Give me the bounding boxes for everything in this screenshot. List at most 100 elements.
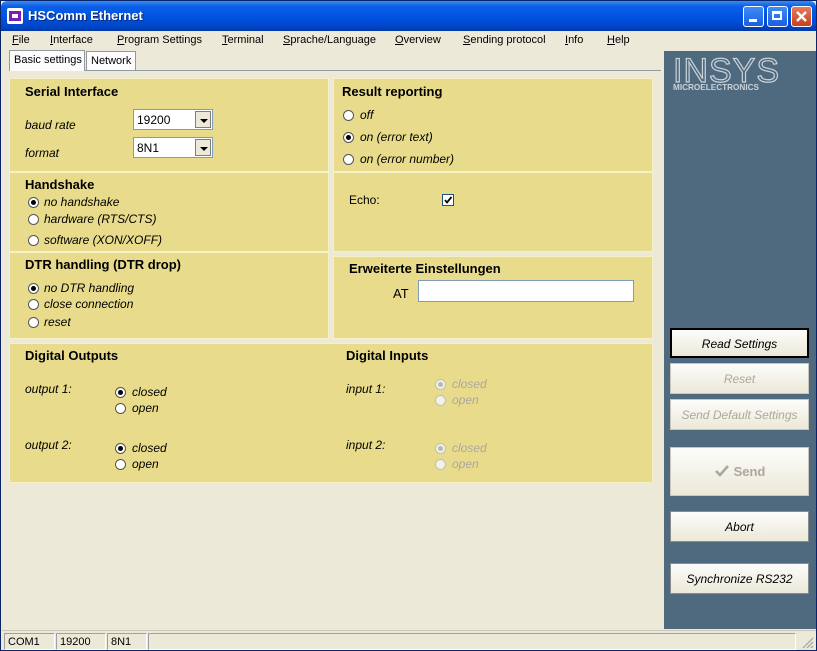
no-dtr-radio[interactable] bbox=[28, 283, 39, 294]
format-select[interactable]: 8N1 bbox=[133, 137, 213, 158]
format-label: format bbox=[25, 146, 60, 160]
chevron-down-icon[interactable] bbox=[195, 111, 211, 128]
no-handshake-radio[interactable] bbox=[28, 197, 39, 208]
minimize-button[interactable] bbox=[743, 6, 764, 27]
send-button: Send bbox=[670, 447, 809, 496]
input-2-open-radio bbox=[435, 459, 446, 470]
status-message bbox=[148, 633, 796, 650]
abort-button-label: Abort bbox=[725, 520, 754, 534]
status-port: COM1 bbox=[4, 633, 55, 650]
basic-settings-page: Serial Interface baud rate 19200 format … bbox=[9, 71, 654, 484]
format-value: 8N1 bbox=[137, 141, 160, 155]
result-error-number-radio[interactable] bbox=[343, 154, 354, 165]
window-title: HSComm Ethernet bbox=[28, 8, 143, 23]
logo-subtitle: MICROELECTRONICS bbox=[673, 83, 760, 92]
menu-overview[interactable]: Overview bbox=[395, 34, 441, 46]
menu-file[interactable]: File bbox=[12, 34, 30, 46]
app-icon[interactable] bbox=[7, 8, 23, 24]
menu-sending-protocol[interactable]: Sending protocol bbox=[463, 34, 546, 46]
menu-program-settings[interactable]: Program Settings bbox=[117, 34, 202, 46]
input-1-label: input 1: bbox=[346, 382, 386, 396]
status-bar: COM1 19200 8N1 bbox=[2, 630, 816, 650]
maximize-button[interactable] bbox=[767, 6, 788, 27]
baud-rate-label: baud rate bbox=[25, 118, 76, 132]
output-1-open-radio[interactable] bbox=[115, 403, 126, 414]
insys-logo: INSYS MICROELECTRONICS bbox=[673, 55, 780, 92]
output-2-open-radio[interactable] bbox=[115, 459, 126, 470]
tab-basic-settings[interactable]: Basic settings bbox=[9, 50, 85, 71]
dtr-handling-title: DTR handling (DTR drop) bbox=[25, 257, 181, 272]
output-2-open-label: open bbox=[132, 457, 159, 471]
output-1-closed-radio[interactable] bbox=[115, 387, 126, 398]
resize-grip-icon[interactable] bbox=[800, 635, 814, 649]
no-dtr-label: no DTR handling bbox=[44, 281, 135, 295]
input-1-closed-label: closed bbox=[452, 377, 487, 391]
abort-button[interactable]: Abort bbox=[670, 511, 809, 542]
echo-label: Echo: bbox=[349, 193, 380, 207]
software-handshake-radio[interactable] bbox=[28, 235, 39, 246]
output-2-label: output 2: bbox=[25, 438, 72, 452]
handshake-title: Handshake bbox=[25, 177, 95, 192]
echo-panel: Echo: bbox=[333, 172, 653, 252]
input-1-closed-radio bbox=[435, 379, 446, 390]
hardware-handshake-label: hardware (RTS/CTS) bbox=[44, 212, 157, 226]
echo-checkbox[interactable] bbox=[442, 194, 454, 206]
reset-label: reset bbox=[44, 315, 71, 329]
menu-bar: File Interface Program Settings Terminal… bbox=[2, 31, 644, 51]
output-1-closed-label: closed bbox=[132, 385, 167, 399]
close-button[interactable] bbox=[791, 6, 812, 27]
send-button-label: Send bbox=[733, 464, 766, 479]
synchronize-rs232-label: Synchronize RS232 bbox=[686, 572, 793, 586]
title-bar[interactable]: HSComm Ethernet bbox=[1, 1, 816, 31]
input-2-closed-radio bbox=[435, 443, 446, 454]
input-2-label: input 2: bbox=[346, 438, 386, 452]
reset-radio[interactable] bbox=[28, 317, 39, 328]
extended-settings-panel: Erweiterte Einstellungen AT bbox=[333, 256, 653, 339]
baud-rate-value: 19200 bbox=[137, 113, 171, 127]
result-error-text-radio[interactable] bbox=[343, 132, 354, 143]
output-1-open-label: open bbox=[132, 401, 159, 415]
digital-io-panel: Digital Outputs Digital Inputs output 1:… bbox=[9, 343, 653, 483]
extended-settings-title: Erweiterte Einstellungen bbox=[349, 261, 501, 276]
hardware-handshake-radio[interactable] bbox=[28, 214, 39, 225]
menu-terminal[interactable]: Terminal bbox=[222, 34, 264, 46]
result-off-label: off bbox=[360, 108, 374, 122]
digital-outputs-title: Digital Outputs bbox=[25, 348, 119, 363]
input-1-open-label: open bbox=[452, 393, 479, 407]
handshake-panel: Handshake no handshake hardware (RTS/CTS… bbox=[9, 172, 329, 252]
output-1-label: output 1: bbox=[25, 382, 72, 396]
result-error-number-label: on (error number) bbox=[360, 152, 455, 166]
send-default-settings-label: Send Default Settings bbox=[681, 408, 798, 422]
menu-sprache-language[interactable]: Sprache/Language bbox=[283, 34, 376, 46]
read-settings-button[interactable]: Read Settings bbox=[670, 328, 809, 358]
chevron-down-icon[interactable] bbox=[195, 139, 211, 156]
at-command-input[interactable] bbox=[418, 280, 634, 302]
reset-button-label: Reset bbox=[723, 372, 756, 386]
at-label: AT bbox=[393, 286, 409, 301]
output-2-closed-label: closed bbox=[132, 441, 167, 455]
menu-interface[interactable]: Interface bbox=[50, 34, 93, 46]
output-2-closed-radio[interactable] bbox=[115, 443, 126, 454]
result-off-radio[interactable] bbox=[343, 110, 354, 121]
close-connection-radio[interactable] bbox=[28, 299, 39, 310]
input-2-closed-label: closed bbox=[452, 441, 487, 455]
baud-rate-select[interactable]: 19200 bbox=[133, 109, 213, 130]
read-settings-label: Read Settings bbox=[701, 337, 778, 351]
result-error-text-label: on (error text) bbox=[360, 130, 433, 144]
send-default-settings-button: Send Default Settings bbox=[670, 399, 809, 430]
result-reporting-panel: Result reporting off on (error text) on … bbox=[333, 78, 653, 172]
no-handshake-label: no handshake bbox=[44, 195, 120, 209]
status-format: 8N1 bbox=[107, 633, 147, 650]
send-button-content: Send bbox=[671, 464, 808, 479]
result-reporting-title: Result reporting bbox=[342, 84, 443, 99]
menu-help[interactable]: Help bbox=[607, 34, 630, 46]
serial-interface-title: Serial Interface bbox=[25, 84, 119, 99]
synchronize-rs232-button[interactable]: Synchronize RS232 bbox=[670, 563, 809, 594]
checkmark-icon bbox=[714, 465, 729, 477]
software-handshake-label: software (XON/XOFF) bbox=[44, 233, 163, 247]
menu-info[interactable]: Info bbox=[565, 34, 583, 46]
tab-network[interactable]: Network bbox=[86, 51, 136, 70]
status-baud: 19200 bbox=[56, 633, 106, 650]
digital-inputs-title: Digital Inputs bbox=[346, 348, 429, 363]
input-2-open-label: open bbox=[452, 457, 479, 471]
